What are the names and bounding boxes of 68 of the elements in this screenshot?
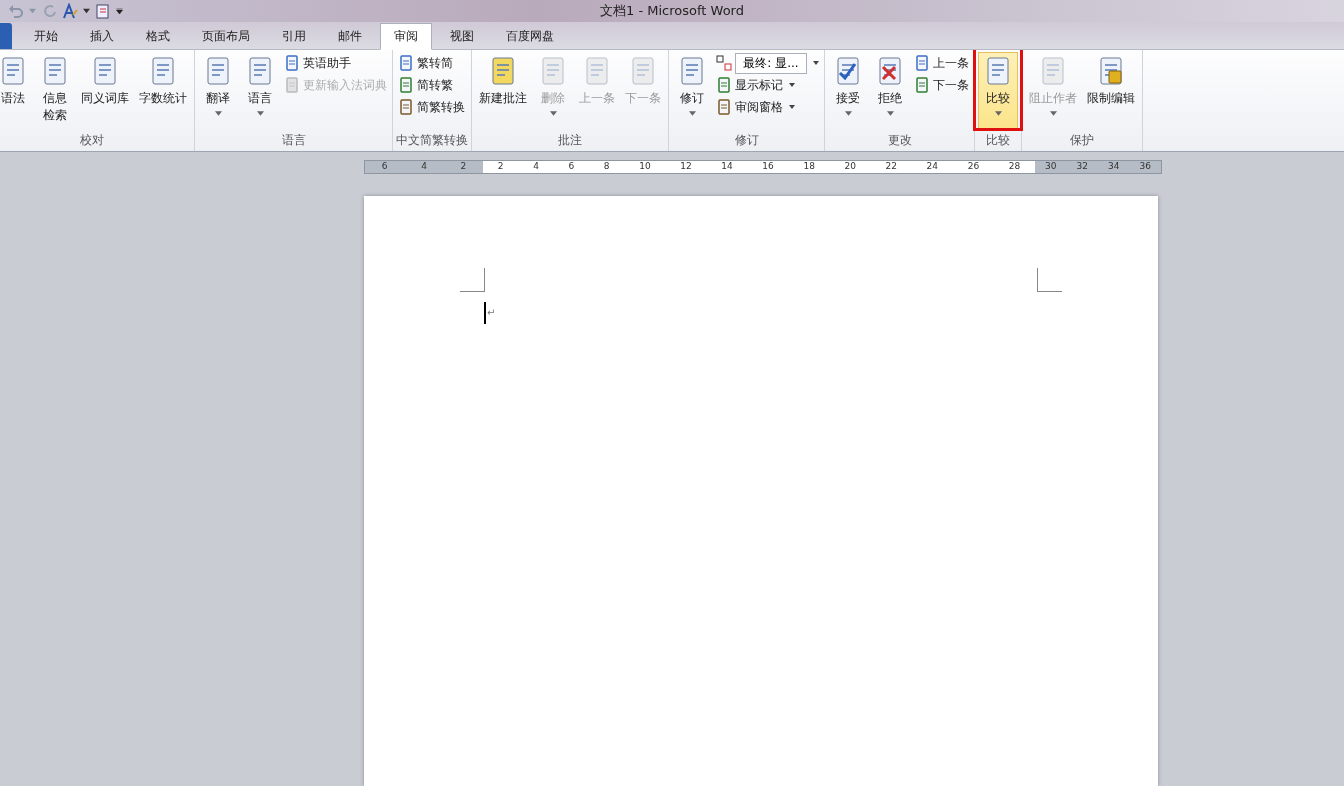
group-label: 批注 [557, 132, 583, 149]
paragraph-mark: ↵ [487, 306, 496, 320]
ribbon-button[interactable]: 新建批注 [475, 52, 531, 131]
ribbon-button[interactable]: 同义词库 [77, 52, 133, 131]
dropdown-arrow-icon [789, 83, 795, 88]
ribbon-tab[interactable]: 视图 [436, 24, 488, 50]
small-document-icon [398, 77, 414, 94]
dropdown-arrow-icon [688, 111, 696, 117]
small-document-icon [398, 55, 414, 72]
ribbon-tab[interactable]: 开始 [20, 24, 72, 50]
group-label: 中文简繁转换 [396, 132, 468, 149]
ribbon-small-button[interactable]: 上一条 [912, 53, 971, 74]
small-document-icon [914, 77, 930, 94]
ribbon-button[interactable]: 修订 [672, 52, 712, 131]
ribbon-button[interactable]: 字数统计 [135, 52, 191, 131]
ribbon-button[interactable]: 比较 [978, 52, 1018, 131]
compare-markup-icon [716, 55, 732, 72]
ribbon-small-button[interactable]: 简繁转换 [396, 97, 467, 118]
group-label: 保护 [1069, 132, 1095, 149]
ribbon-button[interactable]: 拒绝 [870, 52, 910, 131]
group-label: 比较 [985, 132, 1011, 149]
group-label: 修订 [733, 132, 760, 149]
ribbon-small-button[interactable]: 下一条 [912, 75, 971, 96]
ribbon-tab[interactable]: 引用 [268, 24, 320, 50]
margin-corner-mark [1037, 268, 1062, 292]
caret-icon[interactable] [83, 7, 90, 14]
dropdown-arrow-icon [1049, 111, 1057, 117]
ribbon-button[interactable]: 限制编辑 [1083, 52, 1139, 131]
dropdown-arrow-icon [813, 61, 819, 66]
document-check-icon[interactable] [95, 2, 111, 19]
ribbon-button[interactable]: 接受 [828, 52, 868, 131]
group-label: 更改 [886, 132, 913, 149]
small-document-icon [716, 99, 732, 116]
text-style-icon[interactable] [62, 2, 78, 19]
group-label: 语言 [280, 132, 307, 149]
dropdown-arrow-icon [549, 111, 557, 117]
small-document-icon [284, 55, 300, 72]
ribbon-tab[interactable]: 插入 [76, 24, 128, 50]
ribbon-button[interactable]: 语法 [0, 52, 33, 131]
dropdown-arrow-icon [789, 105, 795, 110]
ribbon-tab[interactable]: 邮件 [324, 24, 376, 50]
small-document-icon [398, 99, 414, 116]
ribbon-tab[interactable]: 审阅 [380, 23, 432, 51]
dropdown-arrow-icon [256, 111, 264, 117]
dropdown-arrow-icon [844, 111, 852, 117]
ribbon-button[interactable]: 信息 检索 [35, 52, 75, 131]
ribbon-tab[interactable]: 格式 [132, 24, 184, 50]
dropdown-arrow-icon [214, 111, 222, 117]
ribbon-small-button[interactable]: 显示标记 [714, 75, 821, 96]
ribbon-button[interactable]: 语言 [240, 52, 280, 131]
margin-corner-mark [460, 268, 485, 292]
dropdown-arrow-icon [886, 111, 894, 117]
ribbon-small-button[interactable]: 审阅窗格 [714, 97, 821, 118]
customize-caret-icon[interactable] [116, 7, 123, 14]
small-document-icon [716, 77, 732, 94]
ribbon-button[interactable]: 翻译 [198, 52, 238, 131]
small-document-icon [284, 77, 300, 94]
ribbon-tab[interactable]: 百度网盘 [492, 24, 568, 50]
small-document-icon [914, 55, 930, 72]
file-tab[interactable] [0, 23, 12, 50]
ribbon-small-button[interactable]: 繁转简 [396, 53, 467, 74]
group-label: 校对 [79, 132, 105, 149]
text-cursor [484, 302, 486, 324]
ribbon-tab[interactable]: 页面布局 [188, 24, 264, 50]
ribbon-small-button[interactable]: 英语助手 [282, 53, 389, 74]
ribbon-small-button[interactable]: 简转繁 [396, 75, 467, 96]
window-title: 文档1 - Microsoft Word [600, 1, 744, 20]
dropdown-arrow-icon [994, 111, 1002, 117]
